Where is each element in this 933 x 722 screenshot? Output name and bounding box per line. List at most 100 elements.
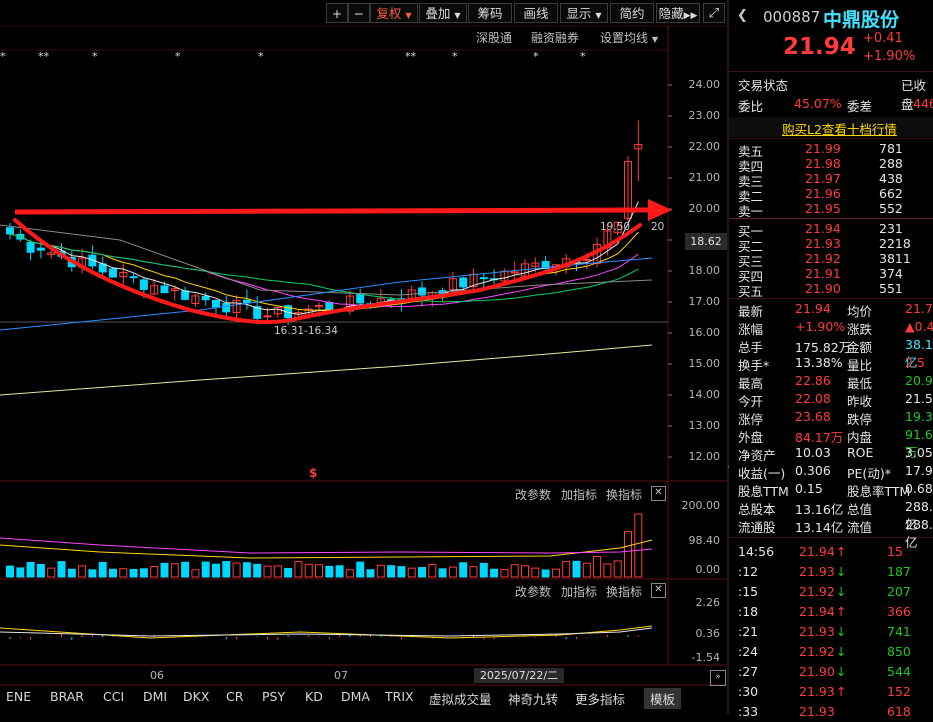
tab-trix[interactable]: TRIX [385, 689, 414, 704]
tab-more-indicators[interactable]: 更多指标 [575, 689, 625, 708]
close-icon[interactable]: ✕ [651, 583, 666, 598]
candle-body [36, 247, 45, 251]
vol-change-indicator-button[interactable]: 换指标 [606, 486, 642, 503]
candle-body [242, 299, 251, 304]
price-axis-label: 20.00 [688, 202, 721, 215]
tab-dma[interactable]: DMA [341, 689, 370, 704]
tab-kd[interactable]: KD [305, 689, 323, 704]
ind-axis-label: 0.36 [695, 627, 721, 640]
double-chevron-right-icon[interactable]: » [710, 670, 726, 686]
event-marker: * [580, 50, 586, 63]
volume-bar [139, 568, 148, 578]
volume-bar [613, 560, 622, 578]
stat-value: 175.82万 [795, 340, 852, 355]
ma-settings-link[interactable]: 设置均线 ▼ [600, 29, 658, 46]
tick-price: 21.93 [799, 684, 835, 699]
tab-virtual-volume[interactable]: 虚拟成交量 [429, 689, 492, 708]
fullscreen-icon[interactable]: ⤢ [703, 3, 725, 23]
stat-label: 股息率TTM [847, 484, 911, 499]
ind-change-indicator-button[interactable]: 换指标 [606, 583, 642, 600]
divider [729, 138, 933, 139]
stat-label: PE(动)* [847, 466, 891, 481]
ind-add-indicator-button[interactable]: 加指标 [561, 583, 597, 600]
month-label: 06 [150, 669, 164, 682]
stat-value: 0.68 [905, 481, 933, 496]
price-axis-label: 15.00 [688, 357, 721, 370]
stat-label: 流值 [847, 520, 873, 535]
ma250-line [0, 344, 653, 396]
tab-cci[interactable]: CCI [103, 689, 124, 704]
ask-volume: 288 [879, 156, 903, 171]
volume-bar [57, 561, 66, 578]
bid-volume: 551 [879, 281, 903, 296]
tab-psy[interactable]: PSY [262, 689, 285, 704]
order-diff-label: 委差 [847, 99, 873, 114]
tab-magic-nine[interactable]: 神奇九转 [508, 689, 558, 708]
margin-trading-link[interactable]: 融资融券 [531, 29, 579, 46]
overlay-button[interactable]: 叠加 ▼ [419, 3, 467, 23]
stat-label: 净资产 [738, 448, 776, 463]
tick-time: :18 [738, 604, 759, 619]
tick-direction-icon: ↑ [836, 684, 847, 699]
kline-canvas[interactable]: * ** * * * ** * * * [0, 0, 727, 714]
tick-price: 21.93 [799, 564, 835, 579]
chips-button[interactable]: 筹码 [468, 3, 512, 23]
hide-button[interactable]: 隐藏▶▶ [656, 3, 700, 23]
candle-body [263, 315, 272, 318]
zoom-in-button[interactable]: + [326, 3, 348, 23]
stat-label: 涨幅 [738, 322, 764, 337]
volume-bar [201, 561, 210, 578]
price-axis-label: 21.00 [688, 171, 721, 184]
stats-row: 收益(一) 0.306 PE(动)* 17.9 [729, 463, 933, 481]
volume-bar [47, 567, 56, 578]
volume-bar [98, 561, 107, 578]
trade-status-row: 交易状态 已收盘 [729, 75, 933, 112]
tick-direction-icon: ↓ [836, 624, 847, 639]
volume-bar [232, 562, 241, 578]
tab-dkx[interactable]: DKX [183, 689, 209, 704]
volume-bar [242, 562, 251, 578]
tab-dmi[interactable]: DMI [143, 689, 167, 704]
vol-add-indicator-button[interactable]: 加指标 [561, 486, 597, 503]
draw-line-button[interactable]: 画线 [514, 3, 558, 23]
tab-template[interactable]: 模板 [644, 688, 682, 709]
display-button[interactable]: 显示 ▼ [560, 3, 608, 23]
l2-purchase-link[interactable]: 购买L2查看十档行情 [782, 119, 897, 138]
restore-rights-button[interactable]: 复权 ▼ [370, 3, 418, 23]
tab-brar[interactable]: BRAR [50, 689, 84, 704]
event-marker: * [92, 50, 98, 63]
bid-price: 21.90 [805, 281, 841, 296]
candle-body [129, 276, 138, 279]
price-axis-label: 22.00 [688, 140, 721, 153]
menu-chevron-icon[interactable]: ❮ [737, 8, 748, 23]
display-label: 显示 [566, 6, 592, 21]
chevron-down-icon: ▼ [595, 11, 602, 20]
vol-edit-params-button[interactable]: 改参数 [515, 486, 551, 503]
close-icon[interactable]: ✕ [651, 486, 666, 501]
stats-row: 涨停 23.68 跌停 19.3 [729, 409, 933, 427]
stat-label: ROE [847, 445, 874, 460]
stat-value: +1.90% [795, 319, 846, 334]
tab-cr[interactable]: CR [226, 689, 243, 704]
high-price-annotation: 19.50 [600, 221, 631, 233]
ind-edit-params-button[interactable]: 改参数 [515, 583, 551, 600]
volume-bar [510, 564, 519, 578]
divider [729, 537, 933, 538]
tick-volume: 152 [887, 684, 911, 699]
candle-body [6, 227, 14, 235]
current-price-tag: 18.62 [685, 233, 727, 250]
zoom-out-button[interactable]: − [348, 3, 370, 23]
tab-ene[interactable]: ENE [6, 689, 31, 704]
volume-bar [325, 565, 334, 578]
kline-chart-area[interactable]: * ** * * * ** * * * + − 复权 ▼ 叠加 ▼ 筹码 画线 显示 ▼ 简约 … [0, 0, 727, 714]
stat-value: 19.3 [905, 409, 933, 424]
simple-mode-button[interactable]: 简约 [610, 3, 654, 23]
l2-link-bar: 购买L2查看十档行情 [729, 117, 933, 137]
ask-price: 21.99 [805, 141, 841, 156]
vol-ma-line [0, 539, 653, 559]
sz-connect-link[interactable]: 深股通 [476, 29, 512, 46]
ind-axis-label: -1.54 [691, 651, 720, 664]
candle-body [181, 290, 190, 300]
stat-label: 内盘 [847, 430, 873, 445]
volume-bar [212, 563, 220, 578]
